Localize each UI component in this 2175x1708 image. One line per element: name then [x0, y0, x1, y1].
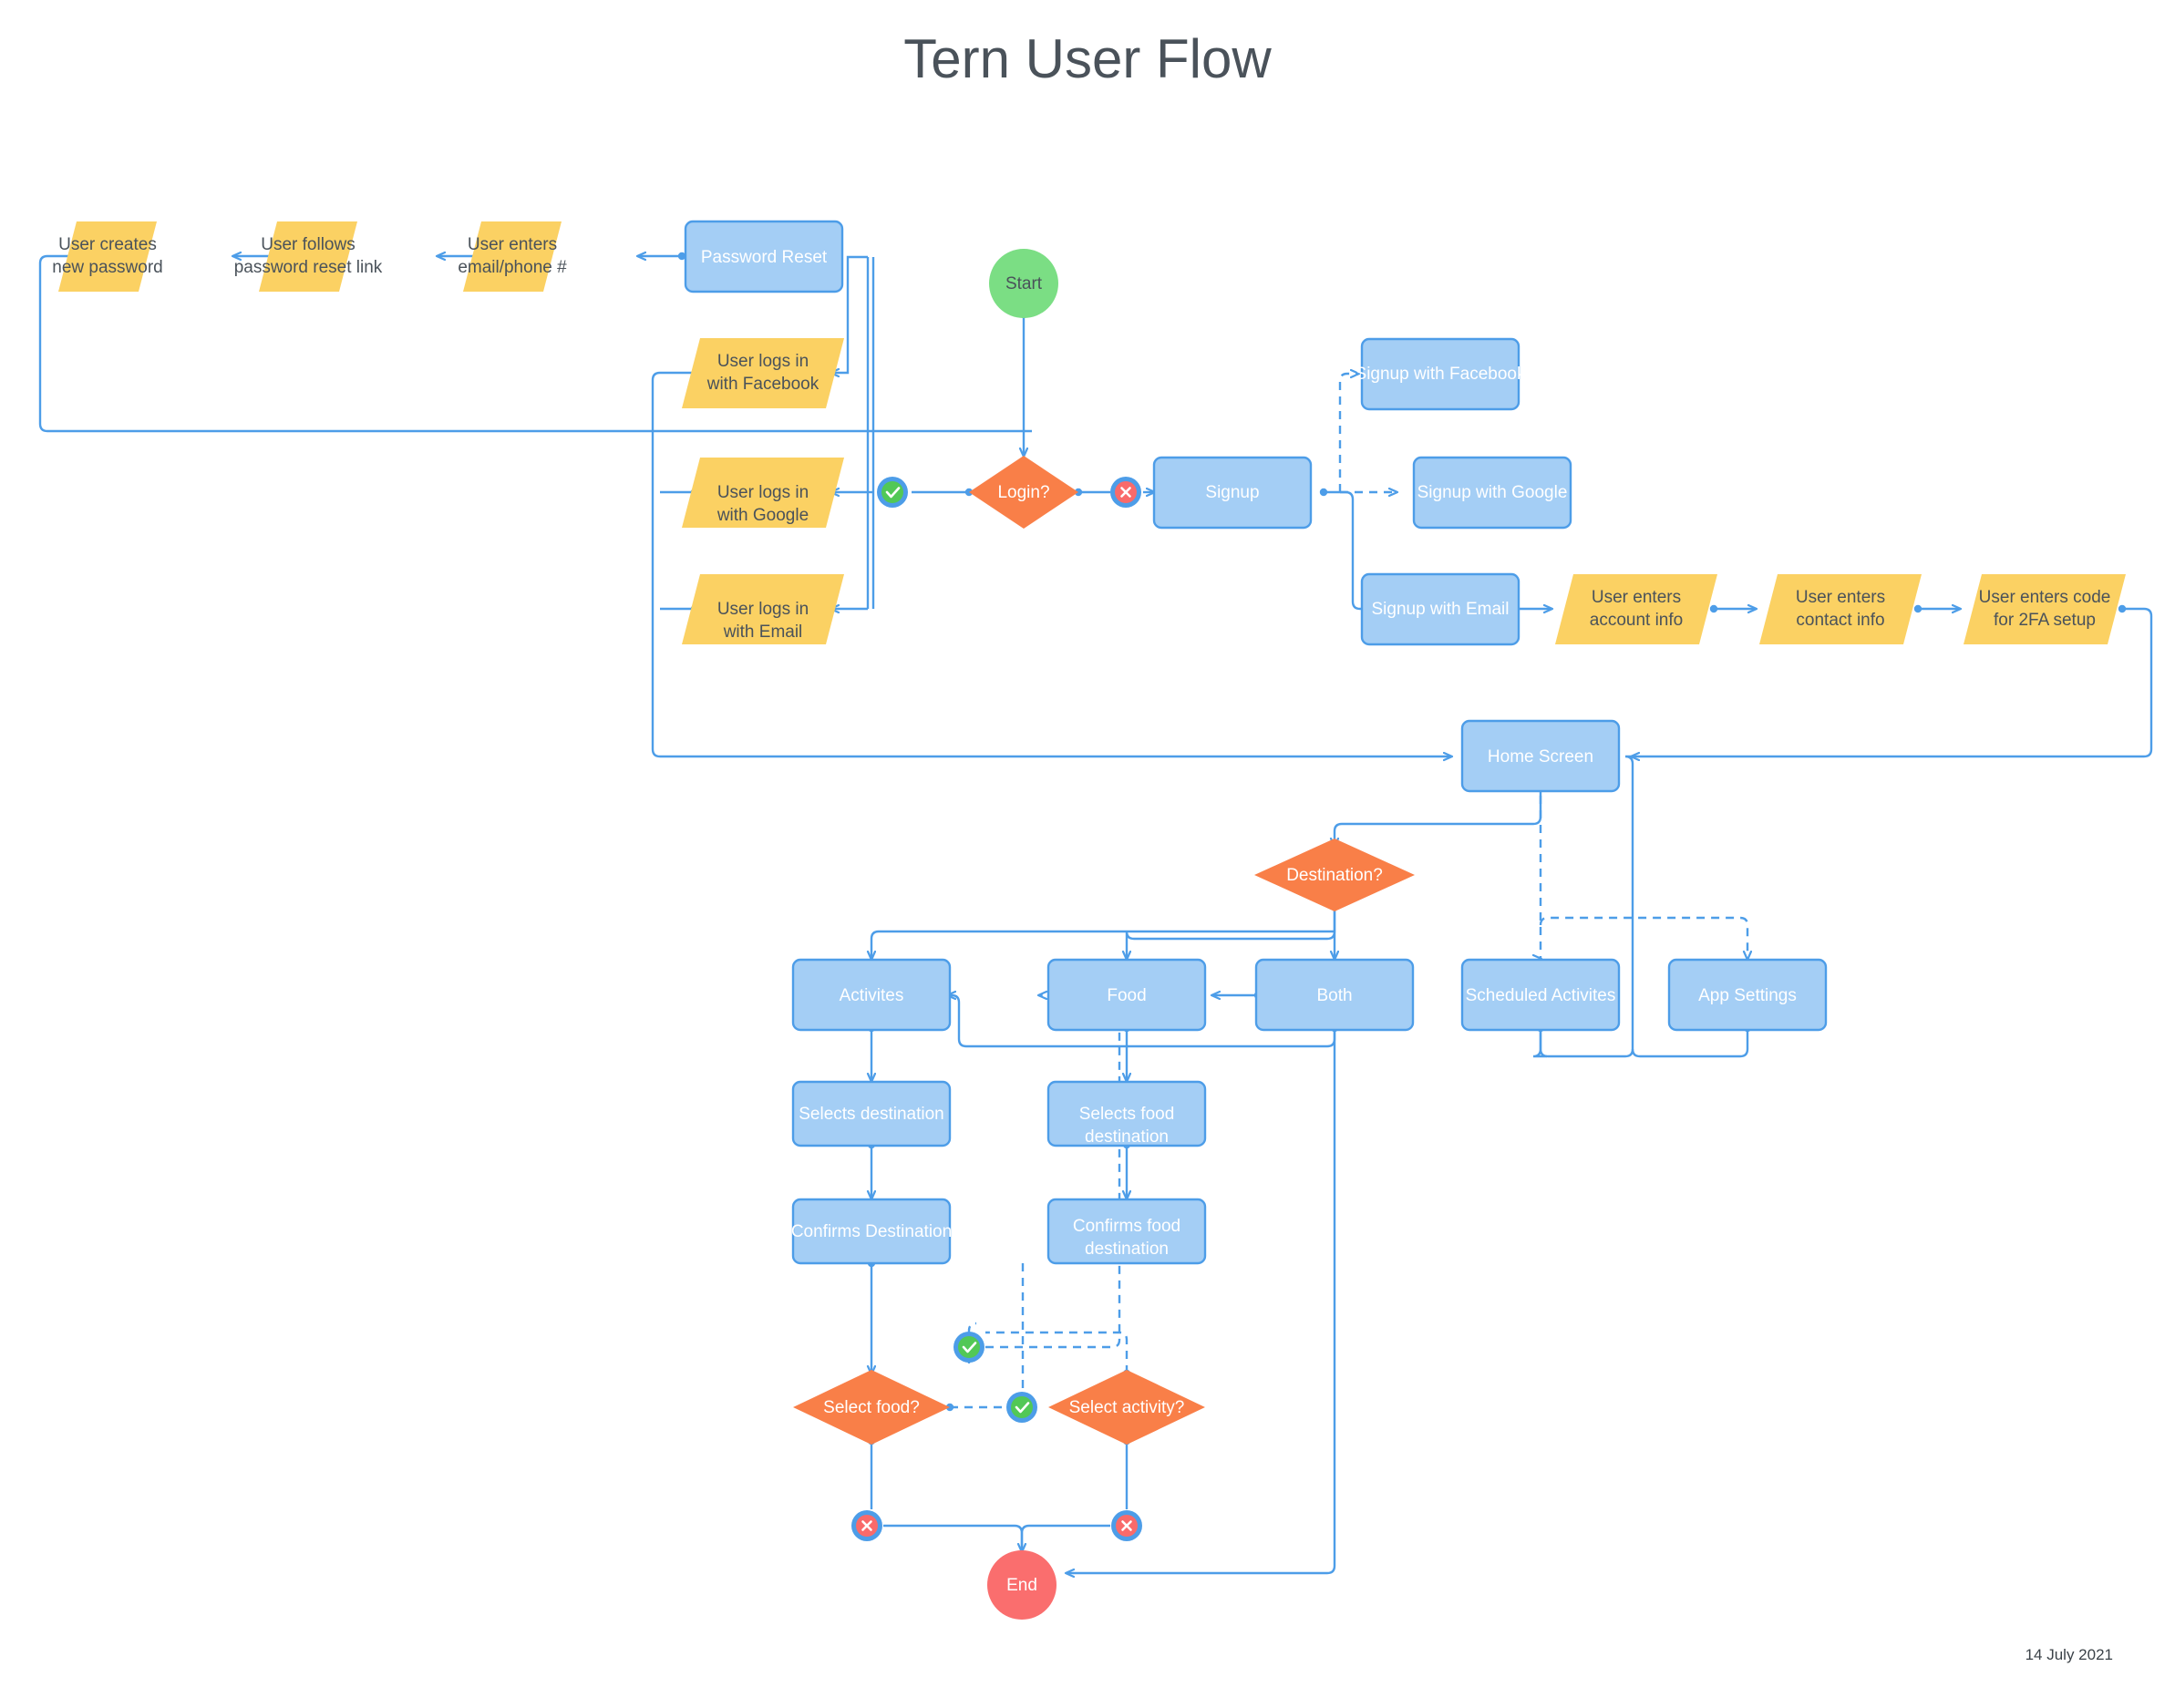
node-label: Activites — [840, 986, 904, 1005]
node-label: Login? — [997, 483, 1049, 502]
node-confirms-destination[interactable]: Confirms Destination — [791, 1198, 952, 1265]
node-label: Select activity? — [1069, 1398, 1185, 1417]
node-label: Scheduled Activites — [1466, 986, 1616, 1005]
node-label: Both — [1316, 986, 1352, 1005]
node-selects-destination[interactable]: Selects destination — [791, 1080, 952, 1147]
node-destination-decision[interactable]: Destination? — [1254, 839, 1415, 911]
node-label: Food — [1107, 986, 1146, 1005]
node-app-settings[interactable]: App Settings — [1667, 958, 1828, 1032]
node-label: End — [1006, 1576, 1037, 1595]
node-login-facebook[interactable]: User logs in with Facebook — [682, 338, 844, 408]
node-both[interactable]: Both — [1254, 958, 1415, 1032]
edge-signup-to-facebook — [1338, 374, 1358, 492]
node-end[interactable]: End — [987, 1550, 1057, 1620]
footer-date: 14 July 2021 — [2025, 1646, 2113, 1663]
edge-facebook-out — [651, 371, 725, 749]
node-activites[interactable]: Activites — [791, 958, 952, 1032]
edge-selectfood-no-to-end — [883, 1524, 1022, 1551]
edge-appsettings-to-home — [1631, 1028, 1749, 1058]
node-food[interactable]: Food — [1046, 958, 1207, 1032]
node-label: Select food? — [823, 1398, 920, 1417]
node-enters-2fa-code[interactable]: User enters code for 2FA setup — [1964, 574, 2126, 644]
node-label: Signup with Google — [1417, 483, 1568, 502]
badge-login-no[interactable] — [1110, 477, 1141, 508]
node-home-screen[interactable]: Home Screen — [1460, 719, 1621, 793]
edge-foodbranch-to-food — [985, 995, 1121, 1349]
node-signup[interactable]: Signup — [1152, 456, 1313, 530]
node-label: Signup — [1205, 483, 1259, 502]
node-signup-google[interactable]: Signup with Google — [1412, 456, 1572, 530]
node-label: Start — [1005, 274, 1043, 293]
badge-select-food-yes[interactable] — [1006, 1392, 1037, 1423]
node-label: Home Screen — [1488, 747, 1593, 767]
node-label: App Settings — [1698, 986, 1797, 1005]
node-label: Password Reset — [701, 248, 828, 267]
node-label: Signup with Email — [1371, 600, 1509, 619]
edge-login-collector-to-home — [651, 748, 1451, 756]
node-select-food-decision[interactable]: Select food? — [793, 1370, 950, 1445]
connector-layer — [38, 252, 2153, 1573]
node-enters-account-info[interactable]: User enters account info — [1555, 574, 1717, 644]
node-user-enters-email-phone[interactable]: User enters email/phone # — [458, 221, 567, 292]
node-label: Confirms Destination — [791, 1222, 952, 1241]
node-signup-facebook[interactable]: Signup with Facebook — [1356, 337, 1526, 411]
node-password-reset[interactable]: Password Reset — [684, 220, 844, 293]
node-login-email[interactable]: User logs in with Email — [682, 574, 844, 644]
badge-select-activity-no[interactable] — [1111, 1510, 1142, 1541]
node-label: Destination? — [1286, 866, 1383, 885]
node-scheduled-activites[interactable]: Scheduled Activites — [1460, 958, 1621, 1032]
node-select-activity-decision[interactable]: Select activity? — [1048, 1370, 1205, 1445]
node-user-creates-new-password[interactable]: User creates new password — [52, 221, 163, 292]
node-confirms-food-destination[interactable]: Confirms food destination — [1046, 1198, 1207, 1265]
badge-login-yes[interactable] — [877, 477, 908, 508]
node-label: Selects destination — [799, 1105, 944, 1124]
badge-food-branch-yes[interactable] — [953, 1332, 984, 1363]
node-signup-email[interactable]: Signup with Email — [1360, 572, 1520, 646]
node-login-google[interactable]: User logs in with Google — [682, 458, 844, 528]
node-enters-contact-info[interactable]: User enters contact info — [1759, 574, 1922, 644]
edge-destination-to-activites — [871, 930, 1335, 959]
node-label: Signup with Facebook — [1356, 365, 1526, 384]
edge-home-to-appsettings — [1539, 916, 1747, 959]
node-start[interactable]: Start — [989, 249, 1058, 318]
edge-selectactivity-no-to-end — [1020, 1524, 1110, 1551]
flowchart-canvas: User creates new password User follows pas… — [38, 220, 2153, 1620]
node-login-decision[interactable]: Login? — [969, 456, 1078, 529]
node-selects-food-destination[interactable]: Selects food destination — [1046, 1080, 1207, 1147]
edge-selectactivity-in — [985, 1331, 1129, 1374]
badge-select-food-no[interactable] — [851, 1510, 882, 1541]
